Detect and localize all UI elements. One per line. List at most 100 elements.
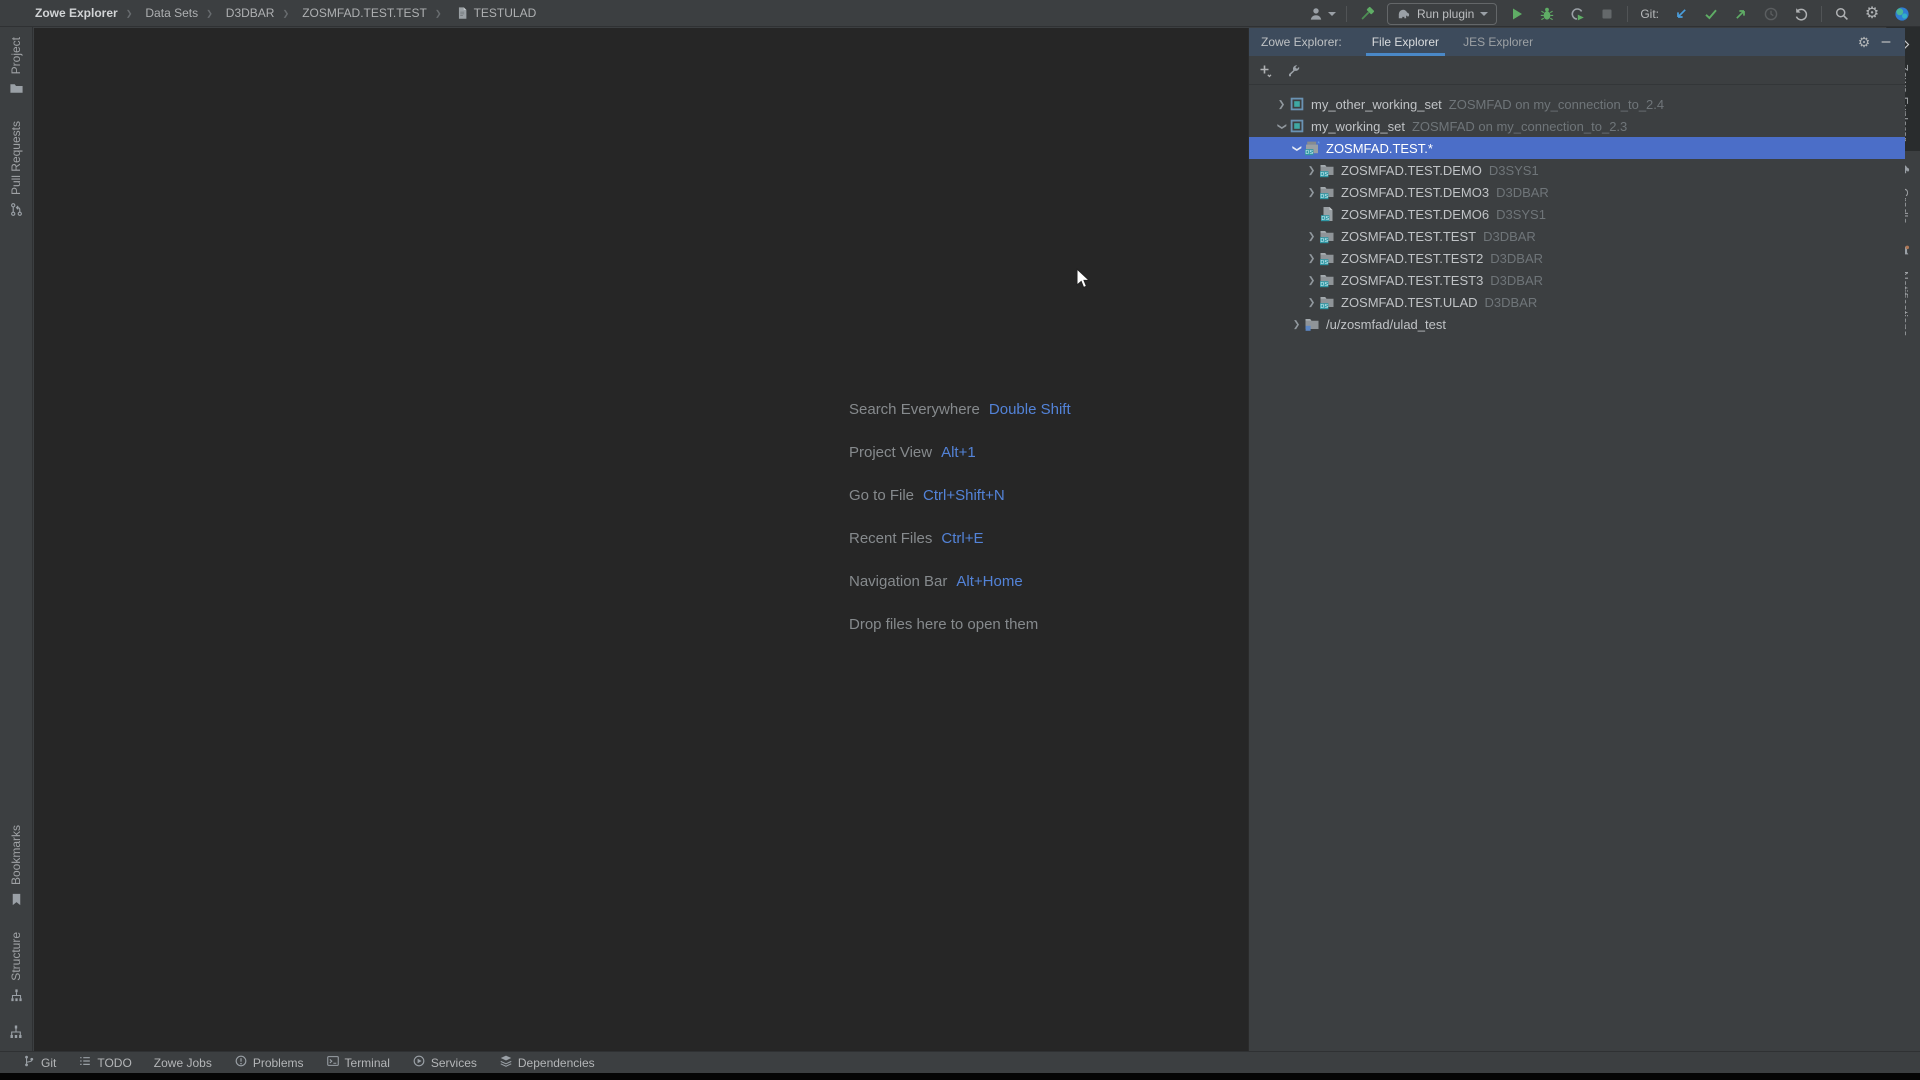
- settings-gear-button[interactable]: ⚙: [1862, 4, 1882, 24]
- tool-window-button[interactable]: Project: [0, 27, 32, 111]
- tree-expand-chevron-icon[interactable]: [1289, 319, 1304, 330]
- git-commit-button[interactable]: [1701, 4, 1721, 24]
- profile-button[interactable]: [1567, 4, 1587, 24]
- status-bar-tool-button[interactable]: Dependencies: [499, 1054, 595, 1071]
- build-hammer-button[interactable]: [1357, 4, 1377, 24]
- tree-row[interactable]: my_other_working_set ZOSMFAD on my_conne…: [1249, 93, 1905, 115]
- tree-row[interactable]: DS ZOSMFAD.TEST.DEMO3 D3DBAR: [1249, 181, 1905, 203]
- tool-window-button[interactable]: Pull Requests: [0, 111, 32, 232]
- stop-button[interactable]: [1597, 4, 1617, 24]
- tree-expand-chevron-icon[interactable]: [1304, 275, 1319, 286]
- tree-node-icon: [1289, 96, 1306, 112]
- tree-node-suffix: D3DBAR: [1496, 185, 1549, 200]
- shortcut-action-label: Recent Files: [849, 530, 932, 547]
- svg-text:DS: DS: [1321, 216, 1329, 222]
- tree-node-icon: [1289, 118, 1306, 134]
- chevron-down-icon: [1328, 12, 1336, 16]
- debug-button[interactable]: [1537, 4, 1557, 24]
- tool-window-label: Pull Requests: [9, 121, 23, 195]
- breadcrumb-item[interactable]: ZOSMFAD.TEST.TEST: [274, 6, 426, 20]
- tree-row[interactable]: /u/zosmfad/ulad_test: [1249, 313, 1905, 335]
- tree-node-icon: DS: [1319, 228, 1336, 244]
- shortcut-keys: Alt+1: [941, 444, 976, 461]
- search-everywhere-button[interactable]: [1832, 4, 1852, 24]
- svg-text:DS: DS: [1320, 194, 1328, 200]
- tree-row[interactable]: DS ZOSMFAD.TEST.DEMO D3SYS1: [1249, 159, 1905, 181]
- tree-node-label: ZOSMFAD.TEST.TEST2: [1341, 251, 1483, 266]
- tree-expand-chevron-icon[interactable]: [1304, 253, 1319, 264]
- git-push-button[interactable]: [1731, 4, 1751, 24]
- run-configuration-select[interactable]: Run plugin: [1387, 3, 1497, 25]
- user-menu[interactable]: [1306, 4, 1336, 24]
- status-bar-label: Problems: [253, 1056, 304, 1070]
- editor-area: Search Everywhere Double Shift Project V…: [34, 28, 1248, 1051]
- shortcut-hint-row: Go to File Ctrl+Shift+N: [849, 474, 1071, 517]
- tree-node-suffix: D3DBAR: [1490, 273, 1543, 288]
- shortcut-action-label: Go to File: [849, 487, 914, 504]
- tree-expand-chevron-icon[interactable]: [1304, 297, 1319, 308]
- status-bar-icon: [234, 1054, 248, 1071]
- shortcut-hint-row: Search Everywhere Double Shift: [849, 388, 1071, 431]
- tree-row[interactable]: DS ZOSMFAD.TEST.TEST3 D3DBAR: [1249, 269, 1905, 291]
- tree-node-icon: [1304, 316, 1321, 332]
- tree-row[interactable]: DS ZOSMFAD.TEST.ULAD D3DBAR: [1249, 291, 1905, 313]
- svg-text:DS: DS: [1305, 150, 1313, 156]
- status-bar-icon: [78, 1054, 92, 1071]
- status-bar-tool-button[interactable]: Git: [22, 1054, 56, 1071]
- tree-expand-chevron-icon[interactable]: [1304, 187, 1319, 198]
- status-bar-tool-button[interactable]: Problems: [234, 1054, 304, 1071]
- svg-text:*: *: [1317, 141, 1320, 148]
- panel-tab[interactable]: File Explorer: [1360, 28, 1451, 56]
- tree-node-label: ZOSMFAD.TEST.DEMO: [1341, 163, 1482, 178]
- git-rollback-button[interactable]: [1791, 4, 1811, 24]
- breadcrumb-item[interactable]: D3DBAR: [198, 6, 274, 20]
- panel-settings-gear-button[interactable]: ⚙: [1853, 31, 1875, 53]
- breadcrumb-label: Zowe Explorer: [35, 6, 118, 20]
- tree-expand-chevron-icon[interactable]: [1274, 121, 1289, 132]
- main-toolbar: Run plugin Git: ⚙: [1306, 0, 1912, 27]
- tool-window-icon: [9, 892, 24, 912]
- status-bar-tool-button[interactable]: Zowe Jobs: [154, 1056, 212, 1070]
- status-bar-tool-button[interactable]: TODO: [78, 1054, 131, 1071]
- breadcrumb-item[interactable]: Zowe Explorer: [35, 6, 118, 20]
- add-working-set-button[interactable]: [1255, 60, 1277, 82]
- tree-node-icon: DS: [1319, 272, 1336, 288]
- tree-row[interactable]: DS ZOSMFAD.TEST.TEST D3DBAR: [1249, 225, 1905, 247]
- status-bar-tool-button[interactable]: Terminal: [326, 1054, 390, 1071]
- tree-node-suffix: D3SYS1: [1496, 207, 1546, 222]
- drop-files-hint: Drop files here to open them: [849, 603, 1071, 646]
- panel-tab-label: JES Explorer: [1463, 35, 1533, 49]
- ide-sphere-icon[interactable]: [1892, 4, 1912, 24]
- git-update-button[interactable]: [1671, 4, 1691, 24]
- tree-row[interactable]: my_working_set ZOSMFAD on my_connection_…: [1249, 115, 1905, 137]
- tree-row[interactable]: *DS ZOSMFAD.TEST.*: [1249, 137, 1905, 159]
- tree-expand-chevron-icon[interactable]: [1304, 231, 1319, 242]
- panel-tab[interactable]: JES Explorer: [1451, 28, 1545, 56]
- breadcrumb-item[interactable]: Data Sets: [118, 6, 198, 20]
- tree-expand-chevron-icon[interactable]: [1304, 165, 1319, 176]
- tree-node-label: my_other_working_set: [1311, 97, 1442, 112]
- toolbar-divider: [1346, 6, 1347, 22]
- window-switcher-icon[interactable]: [8, 1024, 24, 1045]
- tool-window-button[interactable]: Bookmarks: [0, 815, 32, 922]
- top-bar: Zowe Explorer Data Sets D3DBAR ZOSMFAD.T…: [0, 0, 1920, 27]
- run-button[interactable]: [1507, 4, 1527, 24]
- tree-node-label: ZOSMFAD.TEST.ULAD: [1341, 295, 1478, 310]
- breadcrumb-label: Data Sets: [145, 6, 198, 20]
- status-bar-label: TODO: [97, 1056, 131, 1070]
- status-bar-icon: [412, 1054, 426, 1071]
- shortcut-action-label: Search Everywhere: [849, 401, 980, 418]
- tree-expand-chevron-icon[interactable]: [1289, 143, 1304, 154]
- svg-text:DS: DS: [1320, 238, 1328, 244]
- tree-row[interactable]: DS ZOSMFAD.TEST.DEMO6 D3SYS1: [1249, 203, 1905, 225]
- tool-window-button[interactable]: Structure: [0, 922, 32, 1018]
- git-label: Git:: [1640, 7, 1659, 21]
- settings-wrench-button[interactable]: [1283, 60, 1305, 82]
- breadcrumb-item[interactable]: TESTULAD: [427, 6, 536, 20]
- git-history-button[interactable]: [1761, 4, 1781, 24]
- status-bar-icon: [22, 1054, 36, 1071]
- panel-minimize-button[interactable]: [1875, 31, 1897, 53]
- tree-expand-chevron-icon[interactable]: [1274, 99, 1289, 110]
- tree-row[interactable]: DS ZOSMFAD.TEST.TEST2 D3DBAR: [1249, 247, 1905, 269]
- status-bar-tool-button[interactable]: Services: [412, 1054, 477, 1071]
